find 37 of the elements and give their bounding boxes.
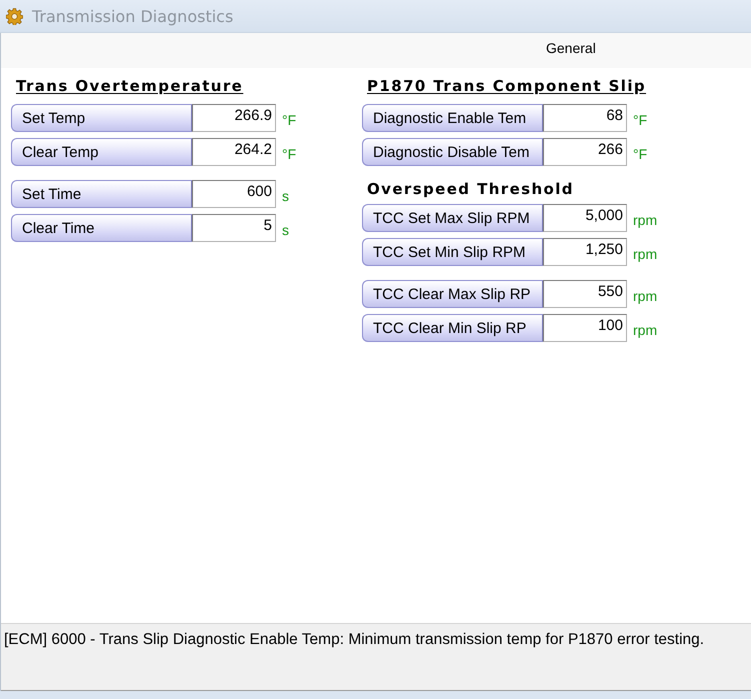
gear-icon	[6, 8, 23, 24]
value-field[interactable]: 600	[192, 180, 276, 208]
value-field[interactable]: 5	[192, 214, 276, 242]
unit-label: s	[282, 187, 289, 204]
parameter-button[interactable]: TCC Clear Max Slip RP	[362, 280, 543, 308]
subsection-heading: Overspeed Threshold	[367, 179, 574, 199]
value-field[interactable]: 266	[543, 138, 627, 166]
unit-label: °F	[633, 111, 648, 128]
unit-label: rpm	[633, 211, 658, 228]
value-field[interactable]: 100	[543, 314, 627, 342]
unit-label: °F	[282, 145, 296, 162]
value-field[interactable]: 5,000	[543, 204, 627, 232]
value-field[interactable]: 264.2	[192, 138, 276, 166]
parameter-button[interactable]: TCC Set Min Slip RPM	[362, 238, 543, 266]
parameter-button[interactable]: Set Time	[11, 180, 192, 208]
value-field[interactable]: 550	[543, 280, 627, 308]
tab-label[interactable]: General	[546, 40, 596, 56]
parameter-button[interactable]: Clear Time	[11, 214, 192, 242]
section-heading: Trans Overtemperature	[16, 76, 244, 96]
value-field[interactable]: 68	[543, 104, 627, 132]
value-field[interactable]: 1,250	[543, 238, 627, 266]
unit-label: rpm	[633, 245, 658, 262]
parameter-button[interactable]: Diagnostic Disable Tem	[362, 138, 543, 166]
parameter-button[interactable]: Clear Temp	[11, 138, 192, 166]
unit-label: °F	[282, 111, 296, 128]
window-title: Transmission Diagnostics	[32, 6, 234, 26]
parameter-button[interactable]: Diagnostic Enable Tem	[362, 104, 543, 132]
unit-label: rpm	[633, 287, 658, 304]
parameter-button[interactable]: TCC Set Max Slip RPM	[362, 204, 543, 232]
parameter-button[interactable]: TCC Clear Min Slip RP	[362, 314, 543, 342]
unit-label: °F	[633, 145, 648, 162]
unit-label: rpm	[633, 321, 658, 338]
value-field[interactable]: 266.9	[192, 104, 276, 132]
status-text: [ECM] 6000 - Trans Slip Diagnostic Enable Temp: Minimum transmission temp for P1870 error testing.	[4, 631, 704, 649]
parameter-button[interactable]: Set Temp	[11, 104, 192, 132]
section-heading: P1870 Trans Component Slip	[367, 76, 646, 96]
unit-label: s	[282, 221, 289, 238]
